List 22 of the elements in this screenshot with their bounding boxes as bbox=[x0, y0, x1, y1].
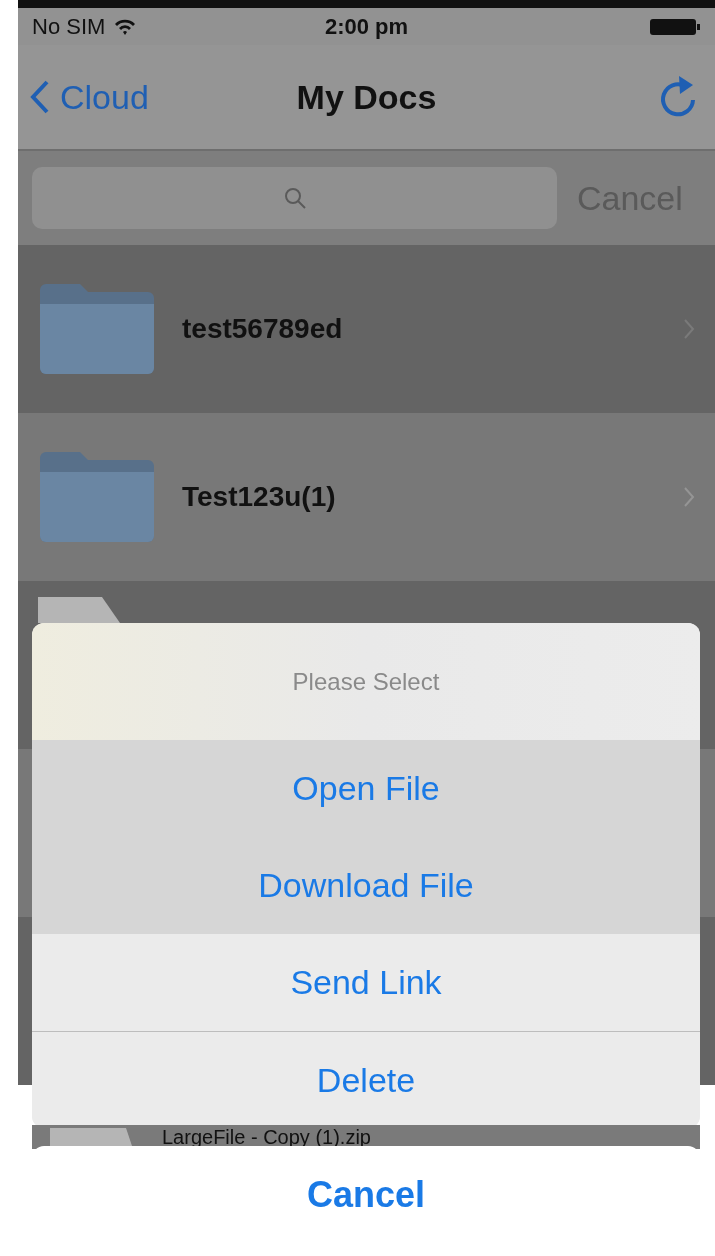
chevron-right-icon bbox=[683, 486, 695, 508]
search-field[interactable] bbox=[32, 167, 557, 229]
sheet-option[interactable]: Delete bbox=[32, 1031, 700, 1128]
sheet-option[interactable]: Download File bbox=[32, 837, 700, 934]
file-name: LargeFile - Copy (1).zip bbox=[162, 1127, 371, 1147]
folder-row[interactable]: test56789ed bbox=[18, 245, 715, 413]
search-icon bbox=[282, 186, 307, 210]
back-button[interactable]: Cloud bbox=[30, 71, 230, 123]
chevron-left-icon bbox=[30, 80, 50, 114]
carrier-label: No SIM bbox=[32, 13, 106, 41]
folder-icon bbox=[38, 282, 156, 376]
folder-row[interactable]: Test123u(1) bbox=[18, 413, 715, 581]
folder-icon bbox=[38, 450, 156, 544]
wifi-icon bbox=[113, 17, 138, 36]
status-time: 2:00 pm bbox=[324, 13, 409, 41]
sheet-option[interactable]: Open File bbox=[32, 740, 700, 837]
folder-name: Test123u(1) bbox=[182, 480, 337, 514]
nav-title: My Docs bbox=[296, 76, 437, 118]
file-icon bbox=[50, 1128, 132, 1146]
sheet-title: Please Select bbox=[292, 666, 440, 697]
battery-icon bbox=[649, 16, 701, 37]
folder-name: test56789ed bbox=[182, 312, 344, 346]
